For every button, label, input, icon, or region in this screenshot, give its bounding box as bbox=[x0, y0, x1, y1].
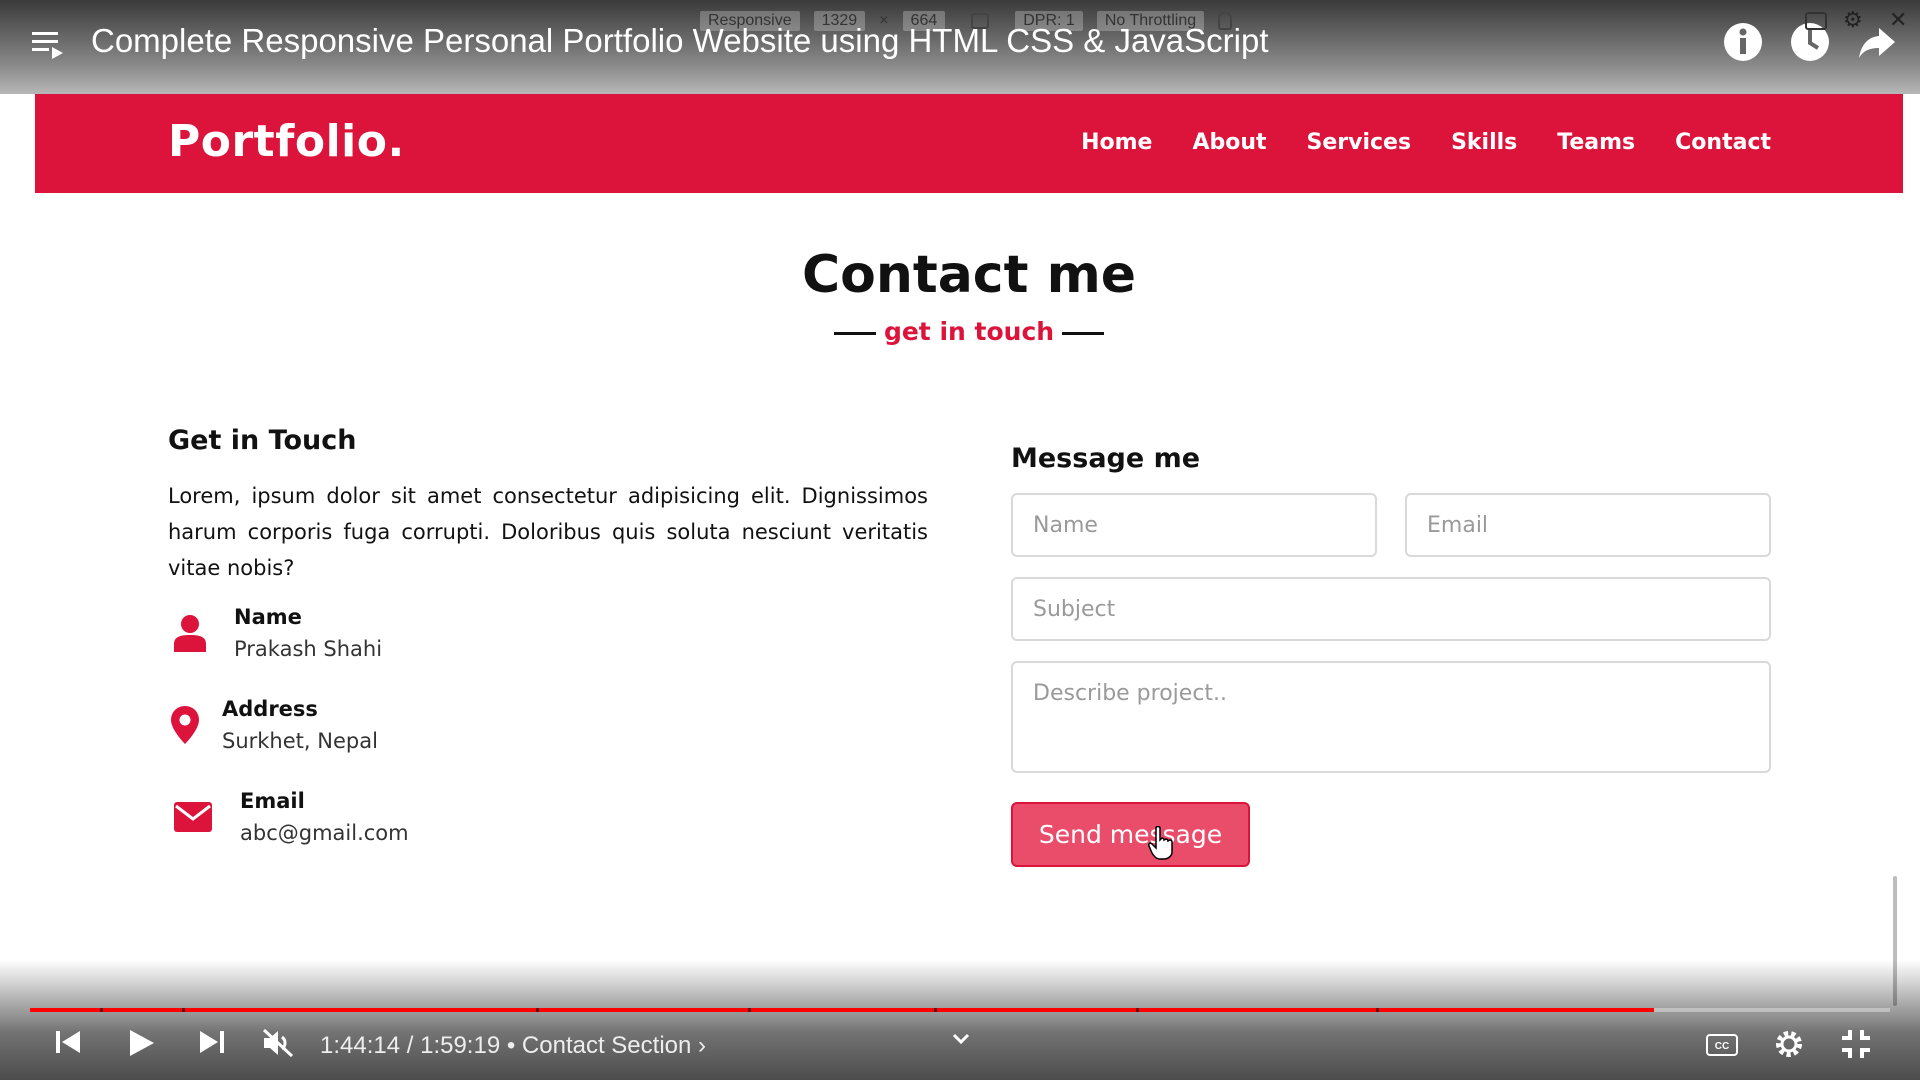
message-textarea[interactable] bbox=[1011, 661, 1771, 773]
chapter-marker bbox=[536, 1008, 539, 1012]
chapter-marker bbox=[748, 1008, 751, 1012]
info-value-name: Prakash Shahi bbox=[234, 637, 383, 661]
video-controls bbox=[0, 960, 1920, 1080]
devtools-toolbar: Responsive 1329 × 664 DPR: 1 No Throttli… bbox=[700, 8, 1233, 34]
info-label-address: Address bbox=[222, 697, 318, 721]
touch-icon[interactable] bbox=[1218, 12, 1233, 30]
prev-icon[interactable] bbox=[54, 1028, 82, 1060]
svg-text:CC: CC bbox=[1715, 1041, 1729, 1052]
contact-form: Message me Send message bbox=[1011, 443, 1771, 867]
mute-icon[interactable] bbox=[262, 1028, 294, 1062]
devtools-mode[interactable]: Responsive bbox=[700, 11, 800, 31]
nav-teams[interactable]: Teams bbox=[1557, 130, 1635, 155]
contact-info-paragraph: Lorem, ipsum dolor sit amet consectetur … bbox=[168, 484, 928, 580]
devtools-times: × bbox=[879, 12, 889, 29]
site-logo[interactable]: Portfolio. bbox=[168, 116, 405, 167]
section-subtitle: get in touch bbox=[35, 317, 1903, 346]
play-icon[interactable] bbox=[126, 1028, 156, 1062]
info-value-email: abc@gmail.com bbox=[240, 821, 409, 845]
section-title: Contact me bbox=[801, 245, 1137, 305]
chapter-marker bbox=[1376, 1008, 1379, 1012]
chapter-marker bbox=[934, 1008, 937, 1012]
info-item-email: Email abc@gmail.com bbox=[168, 789, 409, 845]
time-separator: / bbox=[406, 1032, 421, 1059]
info-icon[interactable] bbox=[1723, 22, 1763, 66]
contact-info-heading: Get in Touch bbox=[168, 425, 357, 456]
nav-skills[interactable]: Skills bbox=[1451, 130, 1517, 155]
nav-home[interactable]: Home bbox=[1081, 130, 1152, 155]
video-top-bar: Complete Responsive Personal Portfolio W… bbox=[0, 0, 1920, 94]
time-display: 1:44:14 / 1:59:19 • Contact Section › bbox=[320, 1032, 706, 1060]
devtools-height[interactable]: 664 bbox=[902, 11, 946, 31]
subtitle-dash-right bbox=[1062, 331, 1105, 335]
video-progress-bar[interactable] bbox=[30, 1008, 1890, 1012]
chapter-marker bbox=[100, 1008, 103, 1012]
send-message-button[interactable]: Send message bbox=[1011, 802, 1250, 867]
devtools-width[interactable]: 1329 bbox=[813, 11, 866, 31]
info-text-address: Address Surkhet, Nepal bbox=[222, 697, 378, 753]
chapter-separator: • bbox=[506, 1032, 522, 1059]
main-nav: Home About Services Skills Teams Contact bbox=[1081, 130, 1771, 155]
chapter-marker bbox=[182, 1008, 185, 1012]
nav-services[interactable]: Services bbox=[1307, 130, 1412, 155]
contact-form-heading: Message me bbox=[1011, 443, 1201, 474]
chapter-title[interactable]: Contact Section bbox=[522, 1032, 691, 1059]
screenshot-icon[interactable] bbox=[1805, 12, 1827, 30]
chapter-marker bbox=[1136, 1008, 1139, 1012]
time-total: 1:59:19 bbox=[420, 1032, 501, 1059]
site-header: Portfolio. Home About Services Skills Te… bbox=[35, 94, 1903, 193]
hand-cursor-icon bbox=[1148, 825, 1174, 864]
email-input[interactable] bbox=[1405, 493, 1771, 557]
envelope-icon bbox=[168, 795, 218, 839]
name-input[interactable] bbox=[1011, 493, 1377, 557]
info-value-address: Surkhet, Nepal bbox=[222, 729, 378, 753]
time-current: 1:44:14 bbox=[320, 1032, 401, 1059]
rotate-icon[interactable] bbox=[971, 13, 990, 29]
video-progress-fill bbox=[30, 1008, 1654, 1012]
next-icon[interactable] bbox=[198, 1028, 226, 1060]
settings-icon[interactable] bbox=[1773, 1028, 1805, 1064]
user-icon bbox=[168, 611, 212, 655]
chapter-chevron-icon[interactable]: › bbox=[698, 1032, 706, 1059]
info-item-name: Name Prakash Shahi bbox=[168, 605, 382, 661]
map-pin-icon bbox=[168, 703, 202, 747]
contact-info: Get in Touch Lorem, ipsum dolor sit amet… bbox=[168, 425, 928, 845]
info-item-address: Address Surkhet, Nepal bbox=[168, 697, 378, 753]
info-label-email: Email bbox=[240, 789, 305, 813]
subtitle-text: get in touch bbox=[883, 317, 1055, 346]
subtitle-dash-left bbox=[833, 331, 876, 335]
devtools-throttling[interactable]: No Throttling bbox=[1096, 11, 1205, 31]
chevron-down-icon[interactable] bbox=[952, 1030, 970, 1049]
devtools-settings-icon[interactable]: ⚙ bbox=[1843, 8, 1863, 33]
info-text-email: Email abc@gmail.com bbox=[240, 789, 409, 845]
info-label-name: Name bbox=[234, 605, 302, 629]
playlist-icon[interactable] bbox=[32, 30, 64, 64]
subject-input[interactable] bbox=[1011, 577, 1771, 641]
exit-fullscreen-icon[interactable] bbox=[1840, 1028, 1872, 1064]
captions-icon[interactable]: CC bbox=[1706, 1034, 1738, 1060]
nav-about[interactable]: About bbox=[1192, 130, 1266, 155]
nav-contact[interactable]: Contact bbox=[1675, 130, 1771, 155]
contact-section: Contact me get in touch Get in Touch Lor… bbox=[35, 193, 1903, 1013]
devtools-close-icon[interactable]: ✕ bbox=[1889, 8, 1907, 33]
info-text-name: Name Prakash Shahi bbox=[234, 605, 382, 661]
devtools-dpr[interactable]: DPR: 1 bbox=[1015, 11, 1083, 31]
